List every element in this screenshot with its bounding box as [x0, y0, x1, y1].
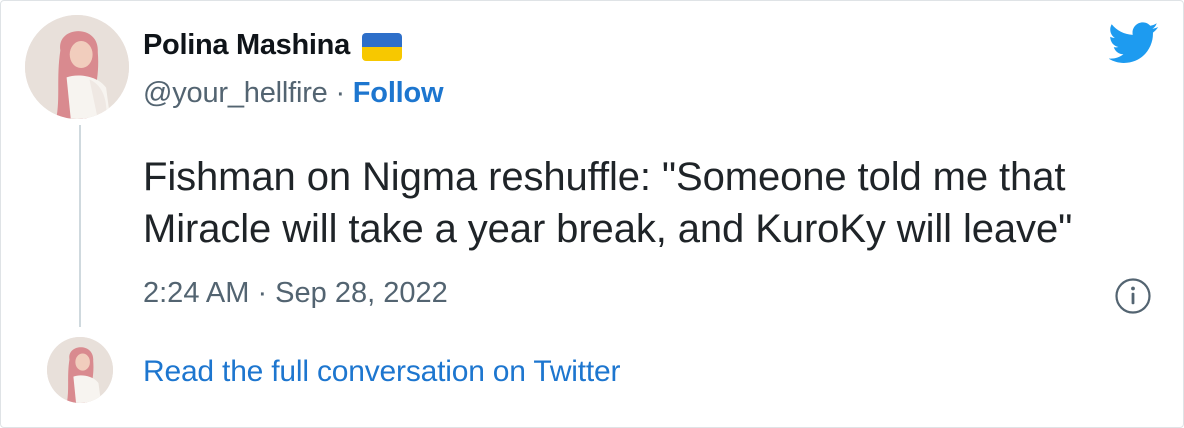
info-icon[interactable] [1113, 276, 1153, 316]
follow-link[interactable]: Follow [353, 77, 444, 109]
tweet-text: Fishman on Nigma reshuffle: "Someone tol… [143, 151, 1173, 255]
handle-separator: · [327, 77, 353, 109]
tweet-text-line: Fishman on Nigma reshuffle: "Someone tol… [143, 155, 1066, 199]
author-name-row: Polina Mashina [143, 29, 402, 62]
author-name[interactable]: Polina Mashina [143, 29, 350, 62]
author-avatar[interactable] [25, 15, 129, 119]
author-handle[interactable]: @your_hellfire [143, 77, 328, 109]
avatar-image-icon [47, 337, 113, 403]
reply-avatar[interactable] [47, 337, 113, 403]
ukraine-flag-icon [361, 32, 402, 61]
author-handle-row: @your_hellfire · Follow [143, 77, 444, 110]
twitter-bird-icon[interactable] [1109, 21, 1159, 65]
tweet-text-line: Miracle will take a year break, and Kuro… [143, 207, 1073, 251]
tweet-timestamp[interactable]: 2:24 AM · Sep 28, 2022 [143, 277, 448, 310]
avatar-image-icon [25, 15, 129, 119]
tweet-card: Polina Mashina @your_hellfire · Follow F… [0, 0, 1184, 428]
read-conversation-link[interactable]: Read the full conversation on Twitter [143, 355, 621, 389]
thread-line [79, 125, 81, 327]
